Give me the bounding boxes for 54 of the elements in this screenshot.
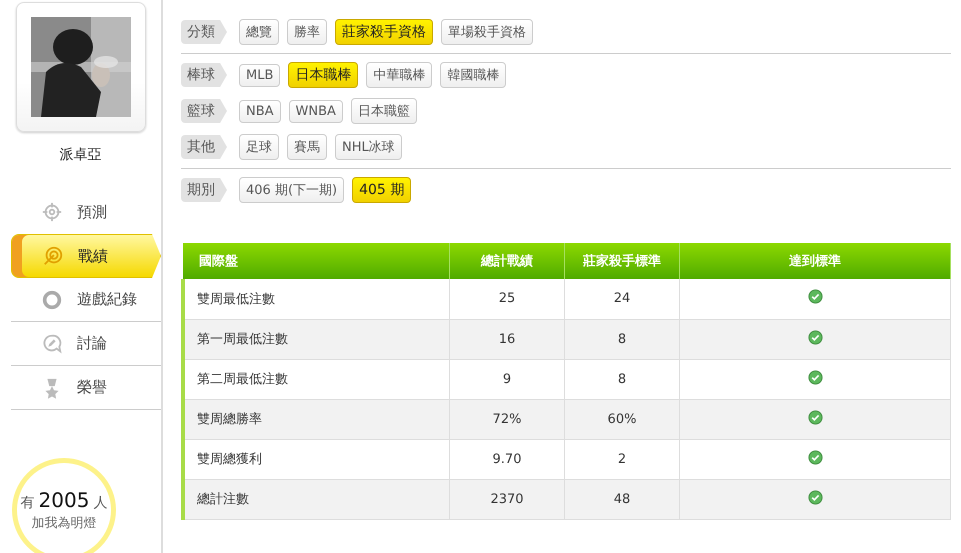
nav-item[interactable]: 討論 [11,322,161,366]
fans-caption: 加我為明燈 [32,515,96,532]
filter-chip[interactable]: 406 期(下一期) [239,177,344,203]
column-header: 國際盤 [183,243,450,279]
user-name: 派卓亞 [60,146,102,164]
filter-chip[interactable]: MLB [239,64,280,86]
filter-chip[interactable]: 韓國職棒 [440,62,506,88]
nav-item[interactable]: 戰績 [11,234,161,278]
filter-chip[interactable]: NHL冰球 [335,134,402,160]
filter-chip[interactable]: NBA [239,100,281,122]
column-header: 總計戰績 [450,243,564,279]
fans-prefix: 有 [20,494,35,512]
table-cell: 8 [564,319,680,359]
filter-chip[interactable]: 總覽 [239,19,279,45]
filter-chip[interactable]: 日本職籃 [350,98,417,124]
filter-chip[interactable]: 足球 [239,134,279,160]
table-cell: 25 [450,279,564,319]
filter-label: 籃球 [181,99,227,123]
table-cell: 第一周最低注數 [183,319,450,359]
filter-chip[interactable]: WNBA [288,100,343,122]
table-cell: 72% [450,399,564,439]
table-cell: 24 [564,279,680,319]
nav-item[interactable]: 榮譽 [11,366,161,410]
table-cell: 8 [564,359,680,399]
filter-label: 分類 [181,20,227,44]
table-cell: 16 [450,319,564,359]
table-cell: 雙周總勝率 [183,399,450,439]
nav-item[interactable]: 預測 [11,190,161,234]
filter-label: 期別 [181,178,227,202]
column-header: 莊家殺手標準 [564,243,680,279]
column-header: 達到標準 [680,243,950,279]
filter-chip[interactable]: 單場殺手資格 [441,19,533,45]
table-cell: 總計注數 [183,479,450,519]
fans-suffix: 人 [93,494,108,512]
filter-chip[interactable]: 405 期 [352,177,412,203]
chat-icon [41,332,63,354]
table-cell: 9 [450,359,564,399]
filter-chip[interactable]: 勝率 [287,19,327,45]
table-cell: 60% [564,399,680,439]
table-cell: 2370 [450,479,564,519]
ring-icon [41,288,63,310]
filter-label: 其他 [181,135,227,159]
nav-item[interactable]: 遊戲紀錄 [11,278,161,322]
fans-count: 2005 [38,488,90,512]
filter-label: 棒球 [181,63,227,87]
crosshair-icon [41,201,63,223]
table-cell: 48 [564,479,680,519]
table-cell: 9.70 [450,439,564,479]
filter-chip[interactable]: 日本職棒 [288,62,358,88]
table-cell: 2 [564,439,680,479]
filter-chip[interactable]: 賽馬 [287,134,327,160]
target-icon [42,245,64,267]
filter-chip[interactable]: 中華職棒 [366,62,432,88]
filter-chip[interactable]: 莊家殺手資格 [335,19,433,45]
